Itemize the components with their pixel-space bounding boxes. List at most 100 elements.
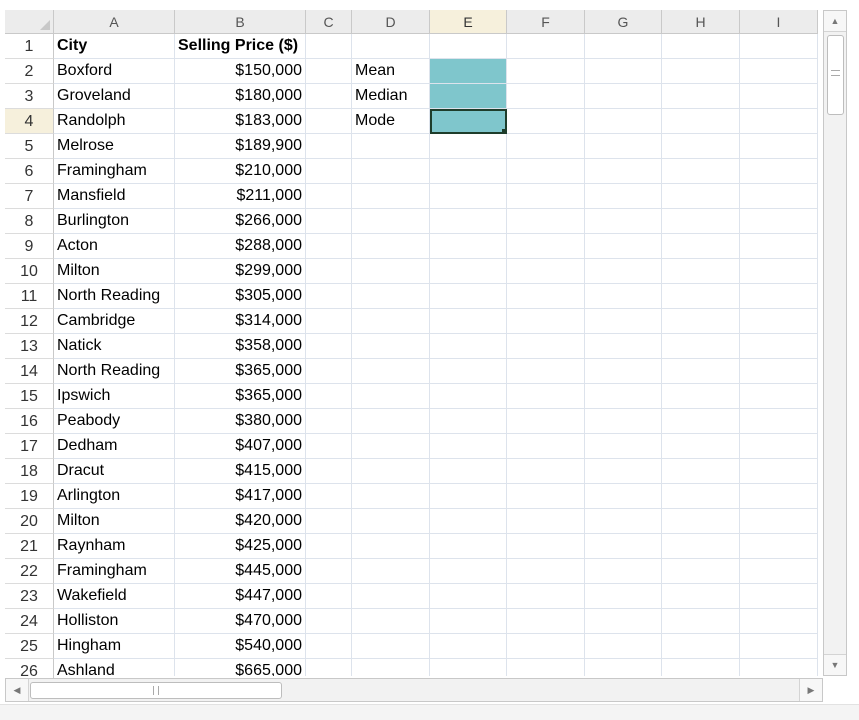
cell-g11[interactable] bbox=[585, 284, 662, 309]
column-header-i[interactable]: I bbox=[740, 10, 818, 34]
cell-a19[interactable]: Arlington bbox=[54, 484, 175, 509]
cell-b8[interactable]: $266,000 bbox=[175, 209, 306, 234]
cell-f12[interactable] bbox=[507, 309, 585, 334]
cell-e3[interactable] bbox=[430, 84, 507, 109]
cell-d3[interactable]: Median bbox=[352, 84, 430, 109]
cell-i13[interactable] bbox=[740, 334, 818, 359]
row-header-15[interactable]: 15 bbox=[5, 384, 54, 409]
cell-i12[interactable] bbox=[740, 309, 818, 334]
cell-i11[interactable] bbox=[740, 284, 818, 309]
vertical-scroll-thumb[interactable] bbox=[827, 35, 844, 115]
cell-f18[interactable] bbox=[507, 459, 585, 484]
cell-i6[interactable] bbox=[740, 159, 818, 184]
cell-a17[interactable]: Dedham bbox=[54, 434, 175, 459]
cell-a24[interactable]: Holliston bbox=[54, 609, 175, 634]
cell-d19[interactable] bbox=[352, 484, 430, 509]
column-header-b[interactable]: B bbox=[175, 10, 306, 34]
cell-i24[interactable] bbox=[740, 609, 818, 634]
cell-i15[interactable] bbox=[740, 384, 818, 409]
cell-b7[interactable]: $211,000 bbox=[175, 184, 306, 209]
cell-a1[interactable]: City bbox=[54, 34, 175, 59]
cell-f17[interactable] bbox=[507, 434, 585, 459]
cell-a20[interactable]: Milton bbox=[54, 509, 175, 534]
cell-h6[interactable] bbox=[662, 159, 740, 184]
cell-b3[interactable]: $180,000 bbox=[175, 84, 306, 109]
cell-e7[interactable] bbox=[430, 184, 507, 209]
cell-b9[interactable]: $288,000 bbox=[175, 234, 306, 259]
cell-e14[interactable] bbox=[430, 359, 507, 384]
cell-g22[interactable] bbox=[585, 559, 662, 584]
cell-g24[interactable] bbox=[585, 609, 662, 634]
row-header-17[interactable]: 17 bbox=[5, 434, 54, 459]
row-header-22[interactable]: 22 bbox=[5, 559, 54, 584]
cell-b21[interactable]: $425,000 bbox=[175, 534, 306, 559]
cell-d12[interactable] bbox=[352, 309, 430, 334]
cell-f1[interactable] bbox=[507, 34, 585, 59]
column-header-h[interactable]: H bbox=[662, 10, 740, 34]
cell-c26[interactable] bbox=[306, 659, 352, 676]
cell-b25[interactable]: $540,000 bbox=[175, 634, 306, 659]
row-header-4[interactable]: 4 bbox=[5, 109, 54, 134]
scroll-right-icon[interactable]: ▶ bbox=[799, 679, 822, 701]
cell-g2[interactable] bbox=[585, 59, 662, 84]
cell-h10[interactable] bbox=[662, 259, 740, 284]
column-header-d[interactable]: D bbox=[352, 10, 430, 34]
cell-a14[interactable]: North Reading bbox=[54, 359, 175, 384]
cell-b6[interactable]: $210,000 bbox=[175, 159, 306, 184]
vertical-scrollbar[interactable]: ▲ ▼ bbox=[823, 10, 847, 676]
cell-b20[interactable]: $420,000 bbox=[175, 509, 306, 534]
cell-d22[interactable] bbox=[352, 559, 430, 584]
row-header-10[interactable]: 10 bbox=[5, 259, 54, 284]
cell-e10[interactable] bbox=[430, 259, 507, 284]
cell-h24[interactable] bbox=[662, 609, 740, 634]
cell-c4[interactable] bbox=[306, 109, 352, 134]
cell-d21[interactable] bbox=[352, 534, 430, 559]
cell-h25[interactable] bbox=[662, 634, 740, 659]
cell-i8[interactable] bbox=[740, 209, 818, 234]
row-header-5[interactable]: 5 bbox=[5, 134, 54, 159]
cell-a2[interactable]: Boxford bbox=[54, 59, 175, 84]
cell-f8[interactable] bbox=[507, 209, 585, 234]
cell-h20[interactable] bbox=[662, 509, 740, 534]
cell-h15[interactable] bbox=[662, 384, 740, 409]
cell-i20[interactable] bbox=[740, 509, 818, 534]
cell-c14[interactable] bbox=[306, 359, 352, 384]
cell-f25[interactable] bbox=[507, 634, 585, 659]
cell-h26[interactable] bbox=[662, 659, 740, 676]
cell-h11[interactable] bbox=[662, 284, 740, 309]
cell-f3[interactable] bbox=[507, 84, 585, 109]
select-all-corner[interactable] bbox=[5, 10, 54, 34]
cell-c16[interactable] bbox=[306, 409, 352, 434]
cell-f11[interactable] bbox=[507, 284, 585, 309]
cell-g9[interactable] bbox=[585, 234, 662, 259]
column-header-c[interactable]: C bbox=[306, 10, 352, 34]
cell-h19[interactable] bbox=[662, 484, 740, 509]
cell-e1[interactable] bbox=[430, 34, 507, 59]
cell-g21[interactable] bbox=[585, 534, 662, 559]
cell-f23[interactable] bbox=[507, 584, 585, 609]
cell-a15[interactable]: Ipswich bbox=[54, 384, 175, 409]
cell-d6[interactable] bbox=[352, 159, 430, 184]
cell-c12[interactable] bbox=[306, 309, 352, 334]
cell-h9[interactable] bbox=[662, 234, 740, 259]
cell-e9[interactable] bbox=[430, 234, 507, 259]
cell-i25[interactable] bbox=[740, 634, 818, 659]
cell-b5[interactable]: $189,900 bbox=[175, 134, 306, 159]
column-header-a[interactable]: A bbox=[54, 10, 175, 34]
cell-e6[interactable] bbox=[430, 159, 507, 184]
cell-e18[interactable] bbox=[430, 459, 507, 484]
cell-e8[interactable] bbox=[430, 209, 507, 234]
cell-e2[interactable] bbox=[430, 59, 507, 84]
cell-f24[interactable] bbox=[507, 609, 585, 634]
cell-b10[interactable]: $299,000 bbox=[175, 259, 306, 284]
cell-a5[interactable]: Melrose bbox=[54, 134, 175, 159]
cell-f5[interactable] bbox=[507, 134, 585, 159]
cell-b4[interactable]: $183,000 bbox=[175, 109, 306, 134]
cell-a3[interactable]: Groveland bbox=[54, 84, 175, 109]
cell-h5[interactable] bbox=[662, 134, 740, 159]
cell-h14[interactable] bbox=[662, 359, 740, 384]
cell-g26[interactable] bbox=[585, 659, 662, 676]
row-header-16[interactable]: 16 bbox=[5, 409, 54, 434]
cell-c18[interactable] bbox=[306, 459, 352, 484]
cell-i5[interactable] bbox=[740, 134, 818, 159]
